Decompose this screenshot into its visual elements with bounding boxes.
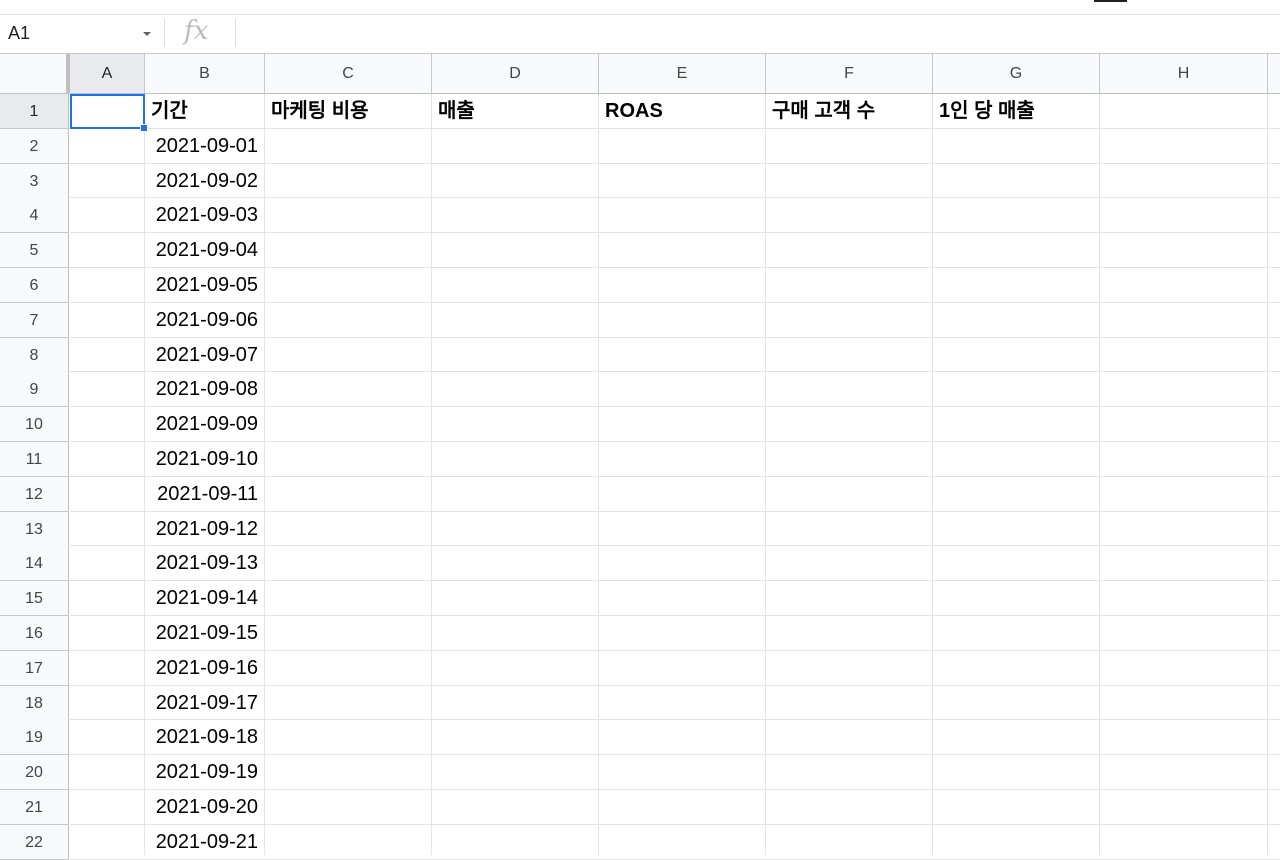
date-cell[interactable]: 2021-09-18: [145, 720, 264, 754]
fx-icon: fx: [184, 16, 209, 46]
fill-handle[interactable]: [140, 124, 148, 132]
row-header[interactable]: 9: [0, 372, 69, 407]
date-cell[interactable]: 2021-09-11: [145, 477, 264, 511]
cell-b1[interactable]: 기간: [145, 94, 264, 128]
cell-c1[interactable]: 마케팅 비용: [265, 94, 431, 128]
column-divider: [1099, 94, 1100, 855]
row-header[interactable]: 1: [0, 94, 69, 129]
column-header-e[interactable]: E: [599, 54, 766, 93]
column-divider: [1267, 94, 1268, 855]
date-cell[interactable]: 2021-09-09: [145, 407, 264, 441]
column-header-h[interactable]: H: [1100, 54, 1268, 93]
date-cell[interactable]: 2021-09-14: [145, 581, 264, 615]
date-cell[interactable]: 2021-09-07: [145, 338, 264, 372]
toolbar-edge-mark: [1094, 0, 1127, 2]
column-divider: [765, 94, 766, 855]
date-cell[interactable]: 2021-09-16: [145, 651, 264, 685]
row-header[interactable]: 5: [0, 233, 69, 268]
date-cell[interactable]: 2021-09-06: [145, 303, 264, 337]
row-header[interactable]: 15: [0, 581, 69, 616]
column-divider: [932, 94, 933, 855]
row-header[interactable]: 2: [0, 129, 69, 164]
row-header[interactable]: 11: [0, 442, 69, 477]
row-header[interactable]: 19: [0, 720, 69, 755]
date-cell[interactable]: 2021-09-04: [145, 233, 264, 267]
cell-e1[interactable]: ROAS: [599, 94, 765, 128]
date-cell[interactable]: 2021-09-03: [145, 198, 264, 232]
row-header[interactable]: 3: [0, 164, 69, 199]
formula-bar-divider: [164, 19, 165, 47]
date-cell[interactable]: 2021-09-01: [145, 129, 264, 163]
name-box[interactable]: A1: [0, 15, 162, 53]
cell-grid[interactable]: 기간 마케팅 비용 매출 ROAS 구매 고객 수 1인 당 매출 2021-0…: [70, 94, 1280, 860]
name-box-value: A1: [8, 23, 31, 43]
date-cell[interactable]: 2021-09-02: [145, 164, 264, 198]
row-header[interactable]: 4: [0, 198, 69, 233]
date-cell[interactable]: 2021-09-12: [145, 512, 264, 546]
cell-d1[interactable]: 매출: [432, 94, 598, 128]
date-cell[interactable]: 2021-09-17: [145, 686, 264, 720]
row-header[interactable]: 21: [0, 790, 69, 825]
column-header-bar: A B C D E F G H: [0, 54, 1280, 94]
row-header[interactable]: 14: [0, 546, 69, 581]
top-toolbar-strip: [0, 0, 1280, 15]
column-divider: [264, 94, 265, 855]
row-header[interactable]: 16: [0, 616, 69, 651]
column-header-f[interactable]: F: [766, 54, 933, 93]
column-header-g[interactable]: G: [933, 54, 1100, 93]
column-header-d[interactable]: D: [432, 54, 599, 93]
date-cell[interactable]: 2021-09-15: [145, 616, 264, 650]
row-header[interactable]: 18: [0, 686, 69, 721]
date-cell[interactable]: 2021-09-20: [145, 790, 264, 824]
column-divider: [598, 94, 599, 855]
cell-g1[interactable]: 1인 당 매출: [933, 94, 1099, 128]
cell-f1[interactable]: 구매 고객 수: [766, 94, 932, 128]
row-header[interactable]: 20: [0, 755, 69, 790]
row-header[interactable]: 10: [0, 407, 69, 442]
column-header-a[interactable]: A: [70, 54, 145, 93]
active-cell-selection[interactable]: [70, 94, 145, 129]
select-all-corner[interactable]: [0, 54, 70, 93]
column-header-c[interactable]: C: [265, 54, 432, 93]
row-header[interactable]: 17: [0, 651, 69, 686]
formula-bar-divider: [235, 19, 236, 47]
formula-input[interactable]: [244, 19, 1268, 49]
date-cell[interactable]: 2021-09-08: [145, 372, 264, 406]
date-cell[interactable]: 2021-09-21: [145, 825, 264, 859]
chevron-down-icon[interactable]: [143, 32, 151, 36]
date-cell[interactable]: 2021-09-05: [145, 268, 264, 302]
column-header-b[interactable]: B: [145, 54, 265, 93]
date-cell[interactable]: 2021-09-13: [145, 546, 264, 580]
date-cell[interactable]: 2021-09-10: [145, 442, 264, 476]
column-divider: [431, 94, 432, 855]
row-header[interactable]: 13: [0, 512, 69, 547]
date-cell[interactable]: 2021-09-19: [145, 755, 264, 789]
row-header[interactable]: 7: [0, 303, 69, 338]
row-header[interactable]: 8: [0, 338, 69, 373]
row-header[interactable]: 6: [0, 268, 69, 303]
row-header[interactable]: 12: [0, 477, 69, 512]
formula-bar: A1 fx: [0, 15, 1280, 54]
